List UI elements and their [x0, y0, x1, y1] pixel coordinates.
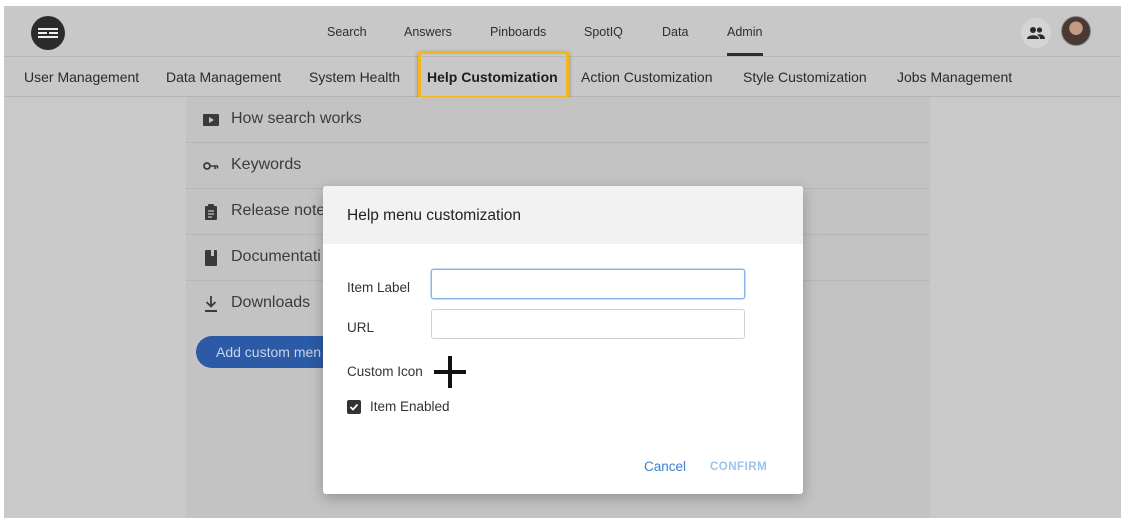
nav-data[interactable]: Data [662, 25, 688, 39]
url-input[interactable] [431, 309, 745, 339]
help-item-label: Downloads [231, 294, 311, 311]
key-icon [203, 158, 219, 174]
help-item[interactable]: Keywords [186, 143, 930, 189]
subnav-user-management[interactable]: User Management [24, 69, 139, 85]
help-item[interactable]: How search works [186, 97, 930, 143]
highlight-annotation [418, 51, 569, 99]
top-nav: Search Answers Pinboards SpotIQ Data Adm… [4, 6, 1121, 56]
nav-pinboards[interactable]: Pinboards [490, 25, 546, 39]
app-window: Search Answers Pinboards SpotIQ Data Adm… [4, 6, 1121, 518]
subnav-system-health[interactable]: System Health [309, 69, 400, 85]
subnav-jobs-management[interactable]: Jobs Management [897, 69, 1012, 85]
item-label-label: Item Label [347, 280, 411, 295]
check-icon [349, 403, 359, 411]
item-label-input[interactable] [431, 269, 745, 299]
url-label: URL [347, 320, 375, 335]
subnav-action-customization[interactable]: Action Customization [581, 69, 713, 85]
subnav-data-management[interactable]: Data Management [166, 69, 281, 85]
help-item-label: Release note [231, 202, 326, 219]
confirm-button[interactable]: CONFIRM [710, 461, 767, 473]
custom-icon-label: Custom Icon [347, 364, 423, 379]
help-menu-customization-dialog: Help menu customization Item Label URL C… [323, 186, 803, 494]
help-item-label: Keywords [231, 156, 302, 173]
item-enabled-label: Item Enabled [370, 399, 450, 414]
book-icon [203, 250, 219, 266]
admin-sub-nav: User Management Data Management System H… [4, 51, 1121, 99]
nav-spotiq[interactable]: SpotIQ [584, 25, 623, 39]
clipboard-icon [203, 204, 219, 220]
play-icon [203, 112, 219, 128]
cancel-button[interactable]: Cancel [644, 459, 686, 474]
subnav-style-customization[interactable]: Style Customization [743, 69, 867, 85]
people-icon[interactable] [1021, 18, 1051, 48]
nav-search[interactable]: Search [327, 25, 367, 39]
user-avatar[interactable] [1061, 16, 1091, 46]
download-icon [203, 296, 219, 312]
add-icon[interactable] [433, 356, 467, 390]
help-item-label: How search works [231, 110, 362, 127]
nav-answers[interactable]: Answers [404, 25, 452, 39]
dialog-title: Help menu customization [323, 186, 803, 244]
item-enabled-checkbox[interactable] [347, 400, 361, 414]
help-item-label: Documentati [231, 248, 321, 265]
nav-admin[interactable]: Admin [727, 25, 762, 39]
